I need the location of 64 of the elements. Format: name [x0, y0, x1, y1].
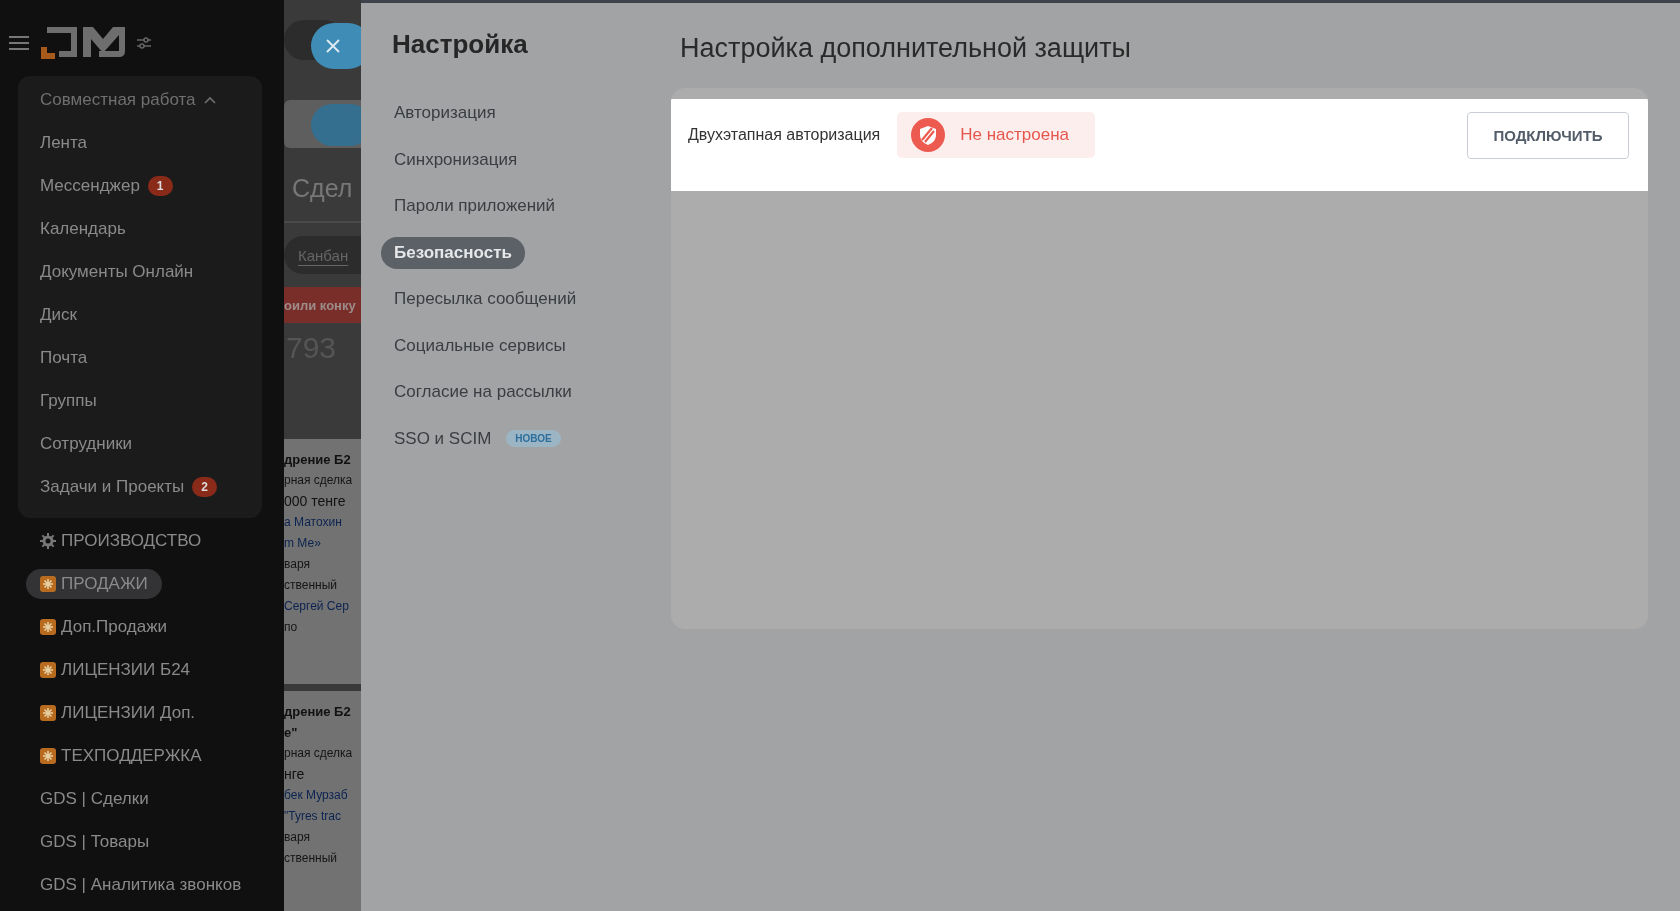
card-title: е": [284, 725, 298, 740]
page-title: Сдел: [292, 174, 354, 203]
menu-item[interactable]: ЛИЦЕНЗИИ Доп.: [40, 697, 196, 728]
connect-button[interactable]: ПОДКЛЮЧИТЬ: [1467, 112, 1629, 159]
deal-card[interactable]: дрение Б2 рная сделка 000 тенге а Матохин m Ме» варя ственный Сергей Сер по: [284, 439, 361, 684]
chevron-icon[interactable]: [203, 95, 216, 104]
menu-item[interactable]: Лента: [40, 132, 88, 153]
card-meta: рная сделка: [284, 473, 353, 487]
close-icon: [325, 38, 341, 54]
menu-item[interactable]: Доп.Продажи: [40, 611, 168, 642]
settings-nav-item[interactable]: Синхронизация: [381, 143, 531, 176]
panel-title: Настройка: [392, 29, 529, 60]
menu-item[interactable]: Документы Онлайн: [40, 261, 194, 282]
menu-item[interactable]: Группы: [40, 390, 97, 411]
gear-icon: [40, 532, 56, 549]
logo[interactable]: [39, 25, 127, 61]
shield-icon: [911, 118, 946, 152]
menu-item[interactable]: Почта: [40, 347, 88, 368]
menu-item[interactable]: Задачи и Проекты: [40, 476, 185, 497]
close-button[interactable]: [311, 23, 361, 69]
group-title[interactable]: Совместная работа: [40, 89, 196, 110]
menu-item[interactable]: ПРОДАЖИ: [26, 568, 162, 599]
sliders-icon[interactable]: [137, 36, 151, 50]
menu-item[interactable]: GDS | Сделки: [40, 783, 149, 814]
menu-item[interactable]: Сотрудники: [40, 433, 133, 454]
settings-nav-item[interactable]: Пароли приложений: [381, 190, 569, 223]
card-amount: нге: [284, 766, 305, 782]
card-meta: рная сделка: [284, 746, 353, 760]
card-meta: ственный: [284, 578, 337, 592]
card-meta: варя: [284, 830, 310, 844]
menu-item[interactable]: GDS | Аналитика звонков: [40, 869, 242, 900]
settings-nav-item[interactable]: Безопасность: [381, 236, 525, 269]
settings-nav-item[interactable]: Согласие на рассылки: [381, 376, 585, 409]
menu-item[interactable]: Мессенджер: [40, 175, 140, 196]
menu-item[interactable]: Календарь: [40, 218, 126, 239]
card-meta: ственный: [284, 851, 337, 865]
settings-nav-item[interactable]: Пересылка сообщений: [381, 283, 590, 316]
warning-banner: оили конку: [284, 287, 361, 323]
counter-badge: 1: [147, 175, 173, 196]
deal-card[interactable]: дрение Б2 е" рная сделка нге бек Мурзаб "Tyres trac варя ственный: [284, 691, 361, 911]
card-meta: по: [284, 620, 298, 634]
menu-item[interactable]: ТЕХПОДДЕРЖКА: [40, 740, 202, 771]
card-link[interactable]: а Матохин: [284, 515, 342, 529]
status-badge: Не настроена: [897, 112, 1096, 158]
card-link[interactable]: Сергей Сер: [284, 599, 349, 613]
settings-nav-item[interactable]: SSO и SCIM: [381, 422, 505, 455]
menu-item[interactable]: GDS | Товары: [40, 826, 150, 857]
settings-nav-item[interactable]: Социальные сервисы: [381, 329, 579, 362]
card-amount: 000 тенге: [284, 493, 346, 509]
section-heading: Настройка дополнительной защиты: [680, 33, 1132, 64]
card-title: дрение Б2: [284, 704, 351, 719]
settings-nav-item[interactable]: Авторизация: [381, 97, 509, 130]
menu-item[interactable]: ПРОИЗВОДСТВО: [40, 525, 202, 556]
menu-item[interactable]: ЛИЦЕНЗИИ Б24: [40, 654, 191, 685]
setting-label: Двухэтапная авторизация: [688, 126, 881, 144]
new-badge: НОВОЕ: [506, 430, 561, 448]
card-meta: варя: [284, 557, 310, 571]
card-title: дрение Б2: [284, 452, 351, 467]
menu-item[interactable]: Диск: [40, 304, 77, 325]
card-link[interactable]: бек Мурзаб: [284, 788, 348, 802]
card-link[interactable]: "Tyres trac: [284, 809, 341, 823]
menu-icon[interactable]: [9, 36, 29, 50]
card-link[interactable]: m Ме»: [284, 536, 321, 550]
counter-badge: 2: [192, 476, 217, 497]
